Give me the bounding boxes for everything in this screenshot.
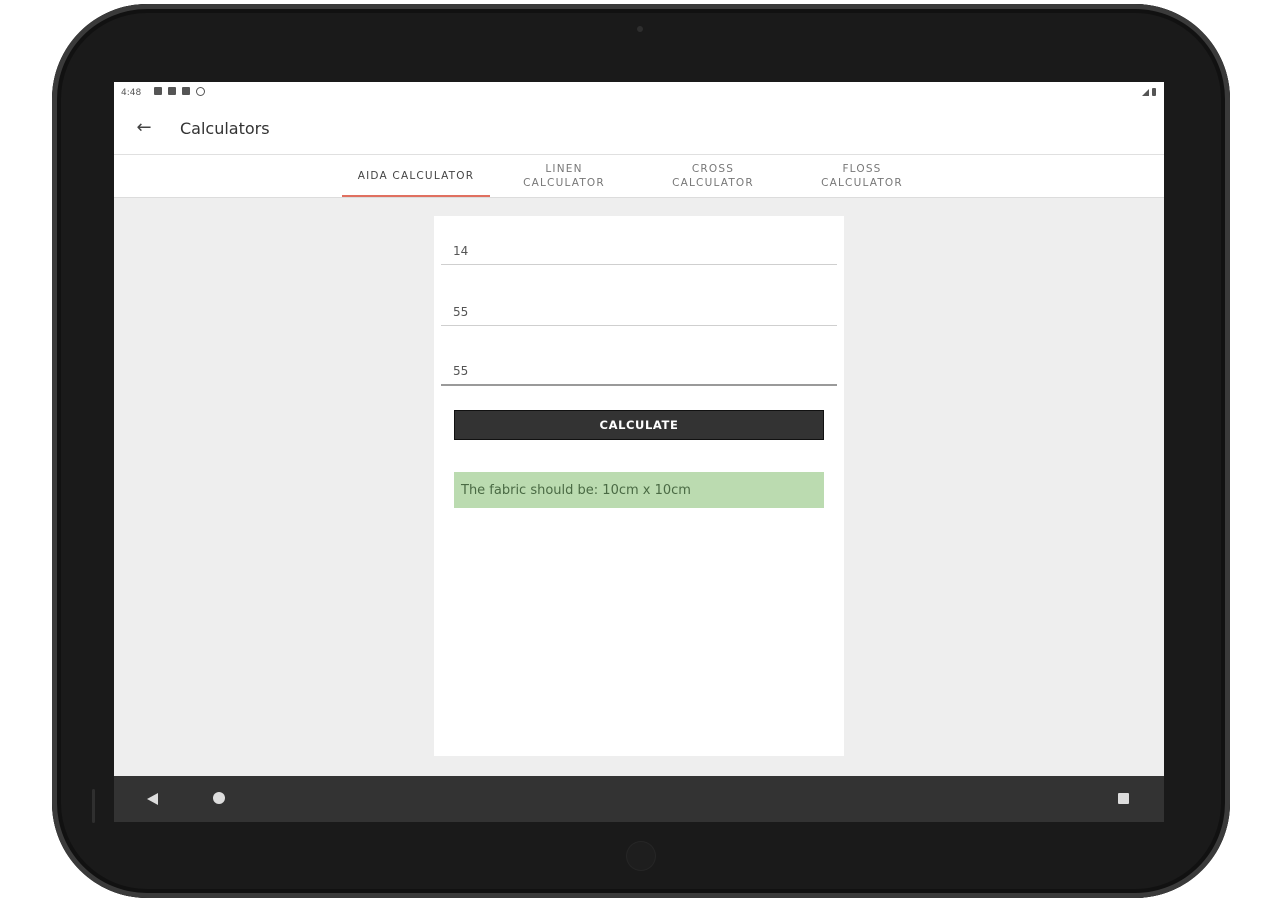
status-bar: 4:48	[114, 82, 1164, 104]
tab-label: AIDA CALCULATOR	[357, 170, 475, 182]
recents-square-icon[interactable]	[1118, 793, 1129, 804]
tab-linen-calculator[interactable]: LINEN CALCULATOR	[490, 155, 638, 197]
status-icons	[154, 87, 205, 96]
height-field[interactable]: 55	[441, 358, 837, 386]
tab-label: FLOSS CALCULATOR	[821, 163, 903, 189]
tab-cross-calculator[interactable]: CROSS CALCULATOR	[639, 155, 787, 197]
notification-icon	[154, 87, 162, 95]
system-nav-bar	[114, 776, 1164, 822]
tab-label: CROSS CALCULATOR	[672, 163, 754, 189]
page-title: Calculators	[180, 119, 270, 138]
side-button	[92, 789, 95, 823]
status-right-icons	[1142, 88, 1156, 96]
tab-floss-calculator[interactable]: FLOSS CALCULATOR	[788, 155, 936, 197]
field-value: 55	[453, 364, 469, 378]
tab-aida-calculator[interactable]: AIDA CALCULATOR	[342, 155, 490, 197]
width-field[interactable]: 55	[441, 298, 837, 326]
field-value: 55	[453, 304, 469, 319]
home-circle-icon[interactable]	[213, 792, 225, 804]
status-time: 4:48	[121, 88, 142, 98]
share-icon	[168, 87, 176, 95]
hardware-home-button	[627, 842, 655, 870]
tab-bar: AIDA CALCULATOR LINEN CALCULATOR CROSS C…	[114, 155, 1164, 198]
device-screen: 4:48 ← Calculators AIDA CALCULATOR LINEN…	[114, 82, 1164, 822]
calculate-button[interactable]: CALCULATE	[454, 410, 824, 440]
result-message: The fabric should be: 10cm x 10cm	[454, 472, 824, 508]
calculator-card: 14 55 55 CALCULATE The fabric should be:…	[434, 216, 844, 756]
field-value: 14	[453, 243, 469, 258]
app-bar: ← Calculators	[114, 104, 1164, 155]
fabric-count-field[interactable]: 14	[441, 237, 837, 265]
battery-icon	[1152, 88, 1156, 96]
signal-icon	[1142, 89, 1149, 96]
front-camera	[637, 26, 643, 32]
sd-card-icon	[182, 87, 190, 95]
tab-label: LINEN CALCULATOR	[523, 163, 605, 189]
arrow-left-icon[interactable]: ←	[134, 118, 154, 138]
back-triangle-icon[interactable]	[147, 793, 158, 805]
sync-icon	[196, 87, 205, 96]
